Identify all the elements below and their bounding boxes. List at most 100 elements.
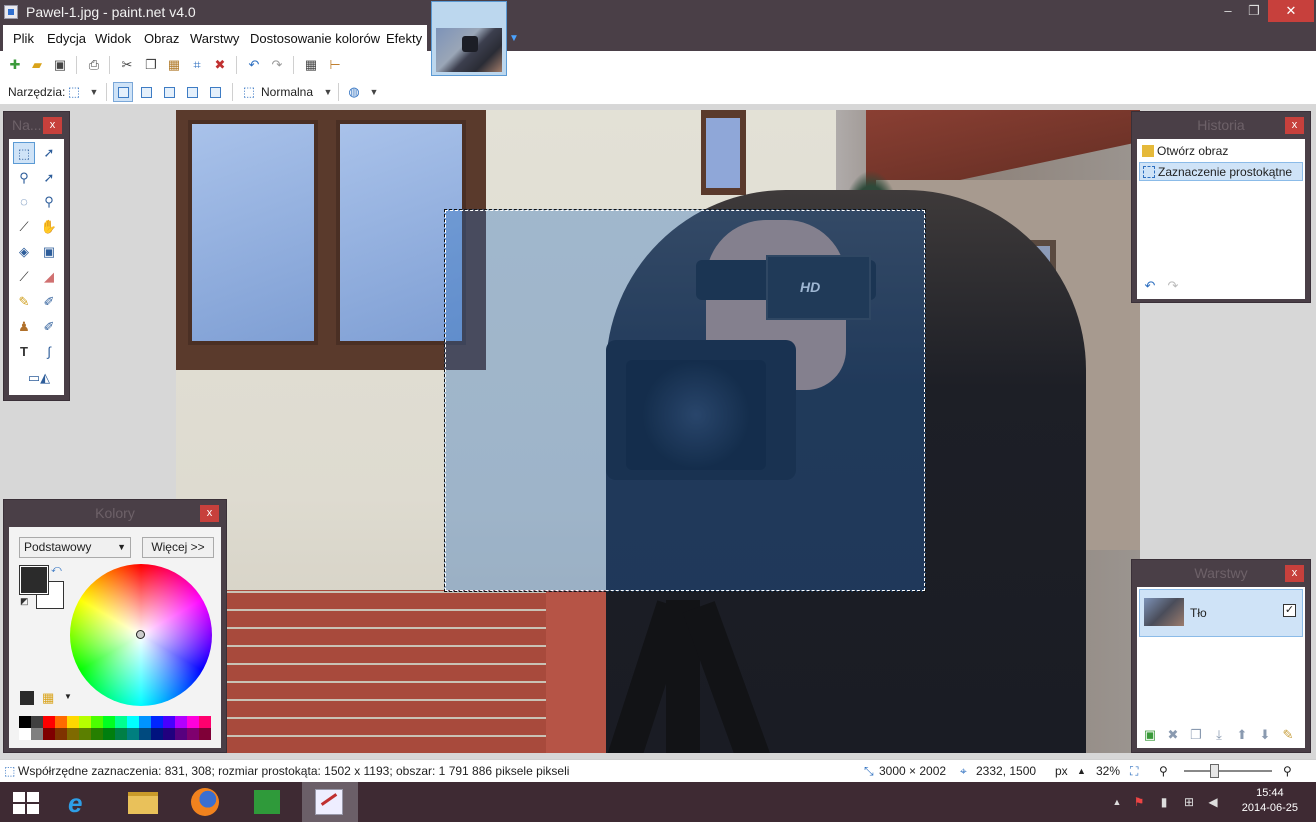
taskbar-store[interactable] xyxy=(240,782,296,822)
selection-mode-invert-button[interactable] xyxy=(206,83,224,101)
tab-list-chevron-down-icon[interactable]: ▼ xyxy=(509,33,519,44)
zoom-slider-track[interactable] xyxy=(1184,770,1272,772)
undo-icon[interactable]: ↶ xyxy=(1142,278,1158,294)
menu-widok[interactable]: Widok xyxy=(95,31,131,46)
colors-panel-close-button[interactable]: x xyxy=(200,505,219,522)
redo-icon[interactable]: ↷ xyxy=(1165,278,1181,294)
menu-dostosowanie-kolorow[interactable]: Dostosowanie kolorów xyxy=(250,31,380,46)
add-color-icon[interactable] xyxy=(20,691,34,705)
rectangle-selection[interactable] xyxy=(444,209,926,592)
history-panel-close-button[interactable]: x xyxy=(1285,117,1304,134)
line-icon[interactable]: ∫ xyxy=(38,341,60,363)
maximize-button[interactable]: ❐ xyxy=(1240,0,1268,22)
tool-dropdown-chevron-down-icon[interactable]: ▼ xyxy=(86,84,102,100)
zoom-out-icon[interactable]: ⚲ xyxy=(1159,764,1168,778)
move-selection-icon[interactable]: ➚ xyxy=(38,142,60,164)
pan-icon[interactable]: ✋ xyxy=(38,216,60,238)
print-icon[interactable]: ⎙ xyxy=(86,57,102,73)
merge-layer-down-icon[interactable]: ⤓ xyxy=(1211,727,1227,743)
close-button[interactable]: ✕ xyxy=(1268,0,1314,22)
gradient-icon[interactable]: ▣ xyxy=(38,241,60,263)
taskbar-file-explorer[interactable] xyxy=(116,782,172,822)
minimize-button[interactable]: – xyxy=(1214,0,1242,22)
selection-mode-union-button[interactable] xyxy=(137,83,155,101)
deselect-icon[interactable]: ✖ xyxy=(212,57,228,73)
image-tab-thumbnail[interactable] xyxy=(431,1,507,76)
menu-warstwy[interactable]: Warstwy xyxy=(190,31,239,46)
shapes-icon[interactable]: ▭◭ xyxy=(23,367,55,389)
layer-visibility-checkbox[interactable]: ✓ xyxy=(1283,604,1296,617)
selection-mode-exclude-button[interactable] xyxy=(160,83,178,101)
paintnet-app-icon[interactable] xyxy=(4,5,18,19)
magic-wand-icon[interactable]: ⟋ xyxy=(13,216,35,238)
redo-icon[interactable]: ↷ xyxy=(269,57,285,73)
start-button[interactable] xyxy=(0,782,56,822)
action-center-flag-icon[interactable]: ⚑ xyxy=(1132,795,1146,809)
paint-bucket-icon[interactable]: ◈ xyxy=(13,241,35,263)
menu-efekty[interactable]: Efekty xyxy=(386,31,422,46)
palette-menu-chevron-down-icon[interactable]: ▼ xyxy=(64,692,72,701)
new-image-icon[interactable]: ✚ xyxy=(7,57,23,73)
eraser-icon[interactable]: ◢ xyxy=(38,266,60,288)
color-picker-icon[interactable]: ✐ xyxy=(38,291,60,313)
cut-icon[interactable]: ✂ xyxy=(119,57,135,73)
recolor-icon[interactable]: ✐ xyxy=(38,316,60,338)
add-layer-icon[interactable]: ▣ xyxy=(1142,727,1158,743)
zoom-icon[interactable]: ⚲ xyxy=(38,191,60,213)
taskbar-internet-explorer[interactable]: e xyxy=(54,782,110,822)
palette-menu-icon[interactable]: ▦ xyxy=(42,690,54,706)
zoom-slider-thumb[interactable] xyxy=(1210,764,1219,778)
lasso-icon[interactable]: ⚲ xyxy=(13,167,35,189)
duplicate-layer-icon[interactable]: ❐ xyxy=(1188,727,1204,743)
palette-mode-select[interactable]: Podstawowy ▼ xyxy=(19,537,131,558)
paste-icon[interactable]: ▦ xyxy=(166,57,182,73)
layer-row-background[interactable]: Tło ✓ xyxy=(1139,589,1303,637)
antialiasing-icon[interactable]: ◍ xyxy=(346,84,362,100)
zoom-to-window-icon[interactable]: ⛶ xyxy=(1130,764,1138,779)
blend-mode-select[interactable]: Normalna xyxy=(261,85,313,99)
network-icon[interactable]: ⊞ xyxy=(1182,795,1196,809)
color-wheel-cursor[interactable] xyxy=(136,630,145,639)
grid-icon[interactable]: ▦ xyxy=(303,57,319,73)
history-item-open[interactable]: Otwórz obraz xyxy=(1139,142,1303,161)
antialiasing-chevron-down-icon[interactable]: ▼ xyxy=(366,84,382,100)
tools-panel-close-button[interactable]: x xyxy=(43,117,62,134)
volume-icon[interactable]: ◀ xyxy=(1206,795,1220,809)
move-selected-icon[interactable]: ➚ xyxy=(38,167,60,189)
power-icon[interactable]: ▮ xyxy=(1157,795,1171,809)
current-tool-rectangle-select-icon[interactable]: ⬚ xyxy=(66,84,82,100)
selection-mode-intersect-button[interactable] xyxy=(183,83,201,101)
move-layer-down-icon[interactable]: ⬇ xyxy=(1257,727,1273,743)
ellipse-select-icon[interactable]: ◌ xyxy=(13,191,35,213)
taskbar-paintnet[interactable] xyxy=(302,782,358,822)
unit-select[interactable]: px xyxy=(1055,764,1068,778)
more-colors-button[interactable]: Więcej >> xyxy=(142,537,214,558)
selection-mode-replace-button[interactable] xyxy=(113,82,133,102)
copy-icon[interactable]: ❐ xyxy=(143,57,159,73)
menu-obraz[interactable]: Obraz xyxy=(144,31,179,46)
text-icon[interactable]: T xyxy=(13,341,35,363)
unit-chevron-up-icon[interactable]: ▲ xyxy=(1077,766,1086,776)
paintbrush-icon[interactable]: ⟋ xyxy=(13,266,35,288)
reset-colors-icon[interactable]: ◩ xyxy=(20,596,29,607)
delete-layer-icon[interactable]: ✖ xyxy=(1165,727,1181,743)
menu-edycja[interactable]: Edycja xyxy=(47,31,86,46)
move-layer-up-icon[interactable]: ⬆ xyxy=(1234,727,1250,743)
color-palette[interactable] xyxy=(19,716,215,742)
history-item-rect-select[interactable]: Zaznaczenie prostokątne xyxy=(1139,162,1303,181)
clock[interactable]: 15:44 2014-06-25 xyxy=(1242,786,1298,816)
taskbar-firefox[interactable] xyxy=(178,782,234,822)
tray-chevron-up-icon[interactable]: ▲ xyxy=(1110,795,1124,809)
pencil-icon[interactable]: ✎ xyxy=(13,291,35,313)
zoom-value[interactable]: 32% xyxy=(1096,764,1120,778)
layer-properties-icon[interactable]: ✎ xyxy=(1280,727,1296,743)
primary-color-swatch[interactable] xyxy=(19,565,49,595)
rectangle-select-icon[interactable]: ⬚ xyxy=(13,142,35,164)
swap-colors-icon[interactable]: ⤺ xyxy=(51,564,62,575)
blend-mode-chevron-down-icon[interactable]: ▼ xyxy=(320,84,336,100)
layers-panel-close-button[interactable]: x xyxy=(1285,565,1304,582)
open-icon[interactable]: ▰ xyxy=(29,57,45,73)
menu-plik[interactable]: Plik xyxy=(13,31,34,46)
undo-icon[interactable]: ↶ xyxy=(246,57,262,73)
save-icon[interactable]: ▣ xyxy=(52,57,68,73)
